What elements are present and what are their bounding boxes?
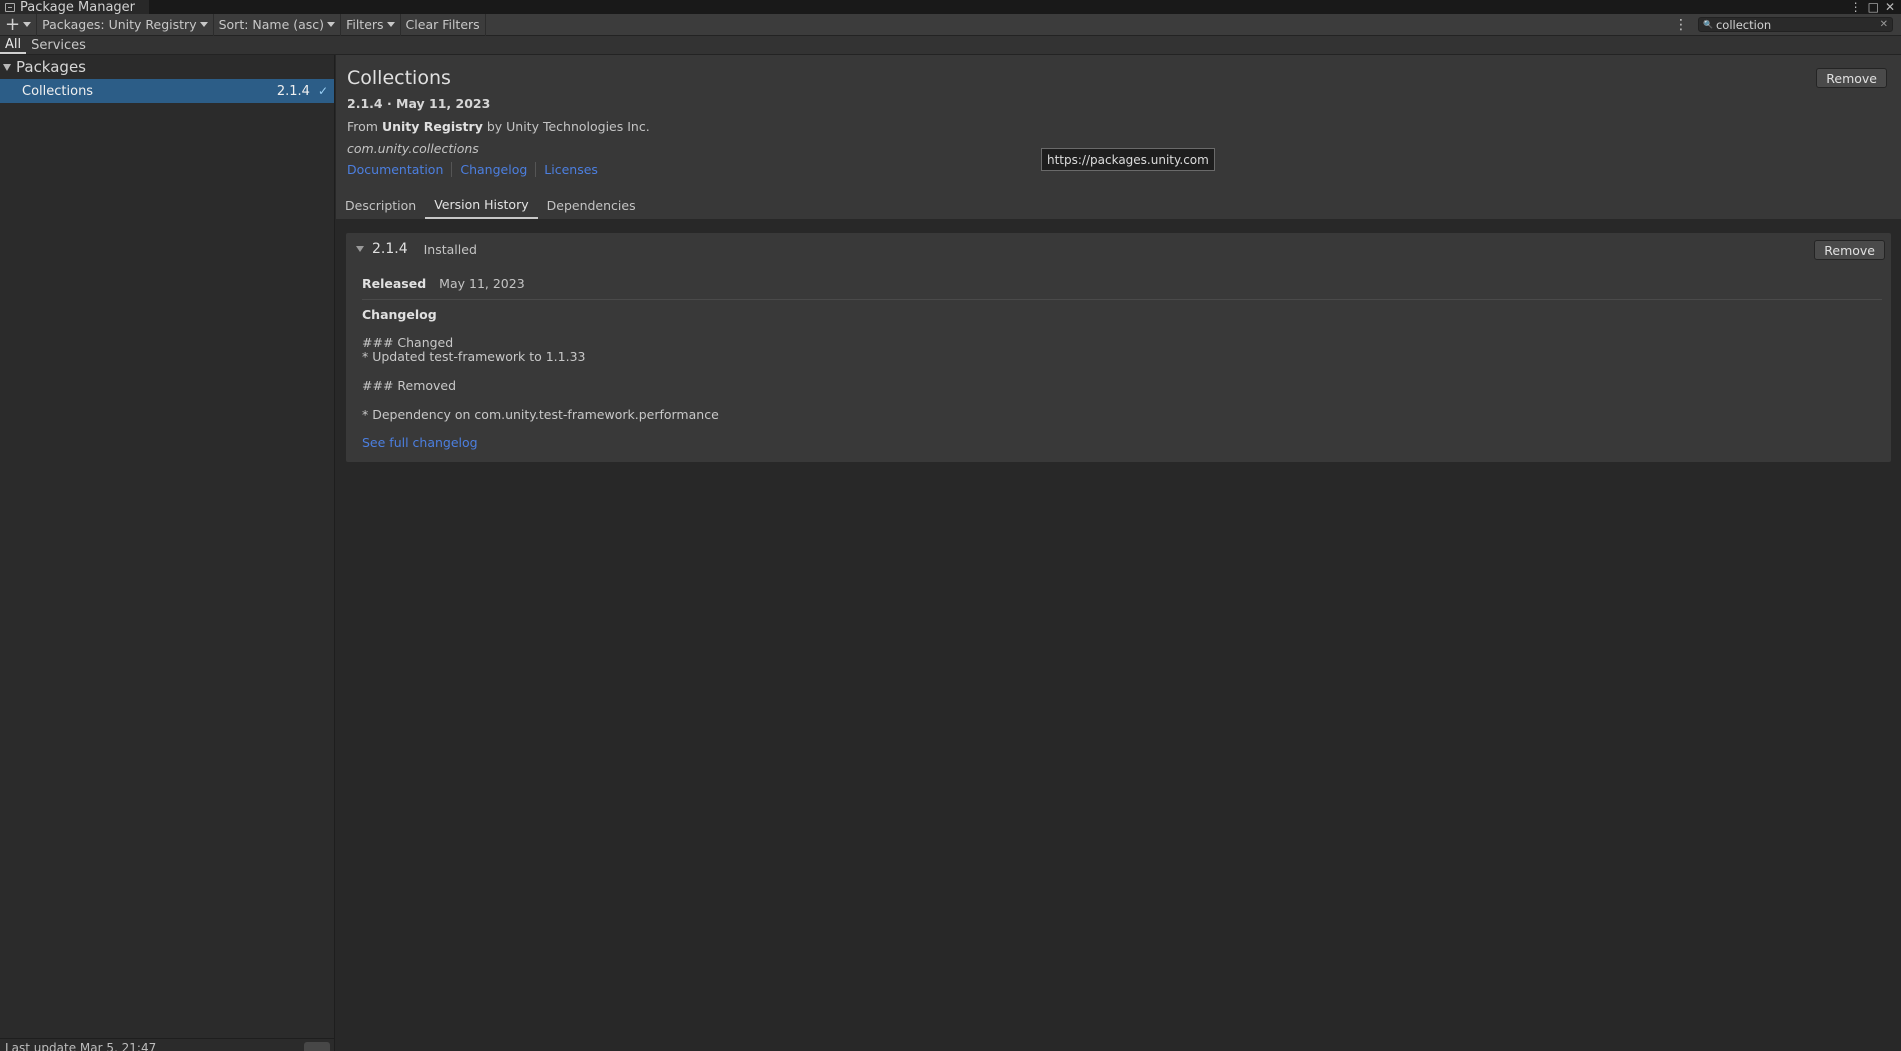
- maximize-icon[interactable]: □: [1868, 1, 1879, 13]
- version-date: 2.1.4 · May 11, 2023: [347, 96, 491, 111]
- window-controls: ⋮ □ ✕: [1850, 1, 1901, 13]
- version-card-header[interactable]: 2.1.4 Installed: [356, 241, 477, 257]
- tab-version-history[interactable]: Version History: [425, 191, 538, 219]
- version-number: 2.1.4: [372, 241, 408, 257]
- changelog-link[interactable]: Changelog: [460, 162, 537, 177]
- package-source: From Unity Registry by Unity Technologie…: [347, 119, 650, 134]
- changelog-line: * Dependency on com.unity.test-framework…: [362, 407, 719, 422]
- see-full-changelog-link[interactable]: See full changelog: [362, 435, 478, 450]
- packages-group-label: Packages: [16, 58, 86, 76]
- list-item-collections[interactable]: Collections 2.1.4 ✓: [0, 79, 334, 103]
- tab-description[interactable]: Description: [336, 191, 425, 219]
- released-label: Released: [362, 276, 427, 291]
- installed-check-icon: ✓: [317, 84, 328, 98]
- packages-group-header[interactable]: Packages: [0, 55, 334, 79]
- tab-all[interactable]: All: [0, 36, 27, 54]
- chevron-down-icon: [199, 22, 208, 27]
- changelog-line: ### Changed: [362, 335, 454, 350]
- details-header: Collections 2.1.4 · May 11, 2023 From Un…: [336, 55, 1901, 219]
- toolbar: + Packages: Unity Registry Sort: Name (a…: [0, 13, 1901, 36]
- chevron-down-icon: [23, 22, 32, 27]
- remove-button[interactable]: Remove: [1816, 68, 1887, 88]
- close-icon[interactable]: ✕: [1885, 1, 1895, 13]
- more-options-icon[interactable]: ⋮: [1674, 17, 1688, 33]
- window-menu-icon[interactable]: ⋮: [1850, 1, 1862, 13]
- package-manager-icon: [5, 2, 15, 12]
- sort-dropdown[interactable]: Sort: Name (asc): [214, 13, 342, 36]
- released-row: Released May 11, 2023: [362, 276, 525, 291]
- title-bar: Package Manager ⋮ □ ✕: [0, 0, 1901, 15]
- package-version: 2.1.4: [276, 83, 310, 99]
- tab-services[interactable]: Services: [26, 36, 91, 54]
- search-box: 🔍 ✕: [1698, 17, 1893, 32]
- last-update-text: Last update Mar 5, 21:47: [5, 1041, 157, 1051]
- divider: [362, 299, 1882, 300]
- package-details-panel: Collections 2.1.4 · May 11, 2023 From Un…: [336, 55, 1901, 1051]
- filters-label: Filters: [346, 17, 384, 32]
- package-links: Documentation Changelog Licenses: [347, 162, 614, 177]
- released-date: May 11, 2023: [439, 276, 525, 291]
- chevron-down-icon: [327, 22, 336, 27]
- clear-filters-label: Clear Filters: [405, 17, 480, 32]
- packages-source-dropdown[interactable]: Packages: Unity Registry: [37, 13, 214, 36]
- changelog-line: ### Removed: [362, 378, 457, 393]
- registry-name: Unity Registry: [381, 119, 483, 134]
- package-id: com.unity.collections: [347, 141, 479, 156]
- installed-badge: Installed: [423, 241, 477, 257]
- packages-source-label: Packages: Unity Registry: [42, 17, 197, 32]
- search-input[interactable]: [1715, 17, 1877, 32]
- window-title: Package Manager: [20, 0, 136, 15]
- version-card: 2.1.4 Installed Remove Released May 11, …: [346, 233, 1891, 462]
- package-name: Collections: [22, 83, 94, 99]
- details-tabs: Description Version History Dependencies: [336, 191, 645, 219]
- sort-label: Sort: Name (asc): [218, 17, 325, 32]
- tab-dependencies[interactable]: Dependencies: [538, 191, 645, 219]
- page-title: Collections: [347, 67, 451, 89]
- status-bar: Last update Mar 5, 21:47: [0, 1038, 334, 1051]
- filters-dropdown[interactable]: Filters: [341, 13, 401, 36]
- add-package-button[interactable]: +: [0, 13, 38, 36]
- licenses-link[interactable]: Licenses: [544, 162, 606, 177]
- version-remove-button[interactable]: Remove: [1814, 240, 1885, 260]
- plus-icon: +: [5, 13, 21, 35]
- chevron-down-icon: [386, 22, 395, 27]
- filter-tabs: All Services: [0, 36, 1901, 55]
- changelog-line: * Updated test-framework to 1.1.33: [362, 349, 586, 364]
- clear-filters-button[interactable]: Clear Filters: [401, 13, 486, 36]
- package-list-panel: Packages Collections 2.1.4 ✓ Last update…: [0, 55, 335, 1051]
- collapse-triangle-icon: [356, 246, 364, 252]
- window-tab[interactable]: Package Manager: [0, 0, 150, 15]
- author-text: by Unity Technologies Inc.: [486, 119, 650, 134]
- expand-triangle-icon: [3, 63, 11, 71]
- from-prefix: From: [347, 119, 378, 134]
- clear-search-icon[interactable]: ✕: [1880, 19, 1888, 30]
- toolbar-right: ⋮ 🔍 ✕: [1674, 17, 1901, 33]
- search-icon: 🔍: [1703, 20, 1713, 29]
- refresh-button[interactable]: [304, 1042, 330, 1051]
- changelog-title: Changelog: [362, 307, 437, 322]
- documentation-link[interactable]: Documentation: [347, 162, 453, 177]
- url-tooltip: https://packages.unity.com: [1041, 148, 1215, 171]
